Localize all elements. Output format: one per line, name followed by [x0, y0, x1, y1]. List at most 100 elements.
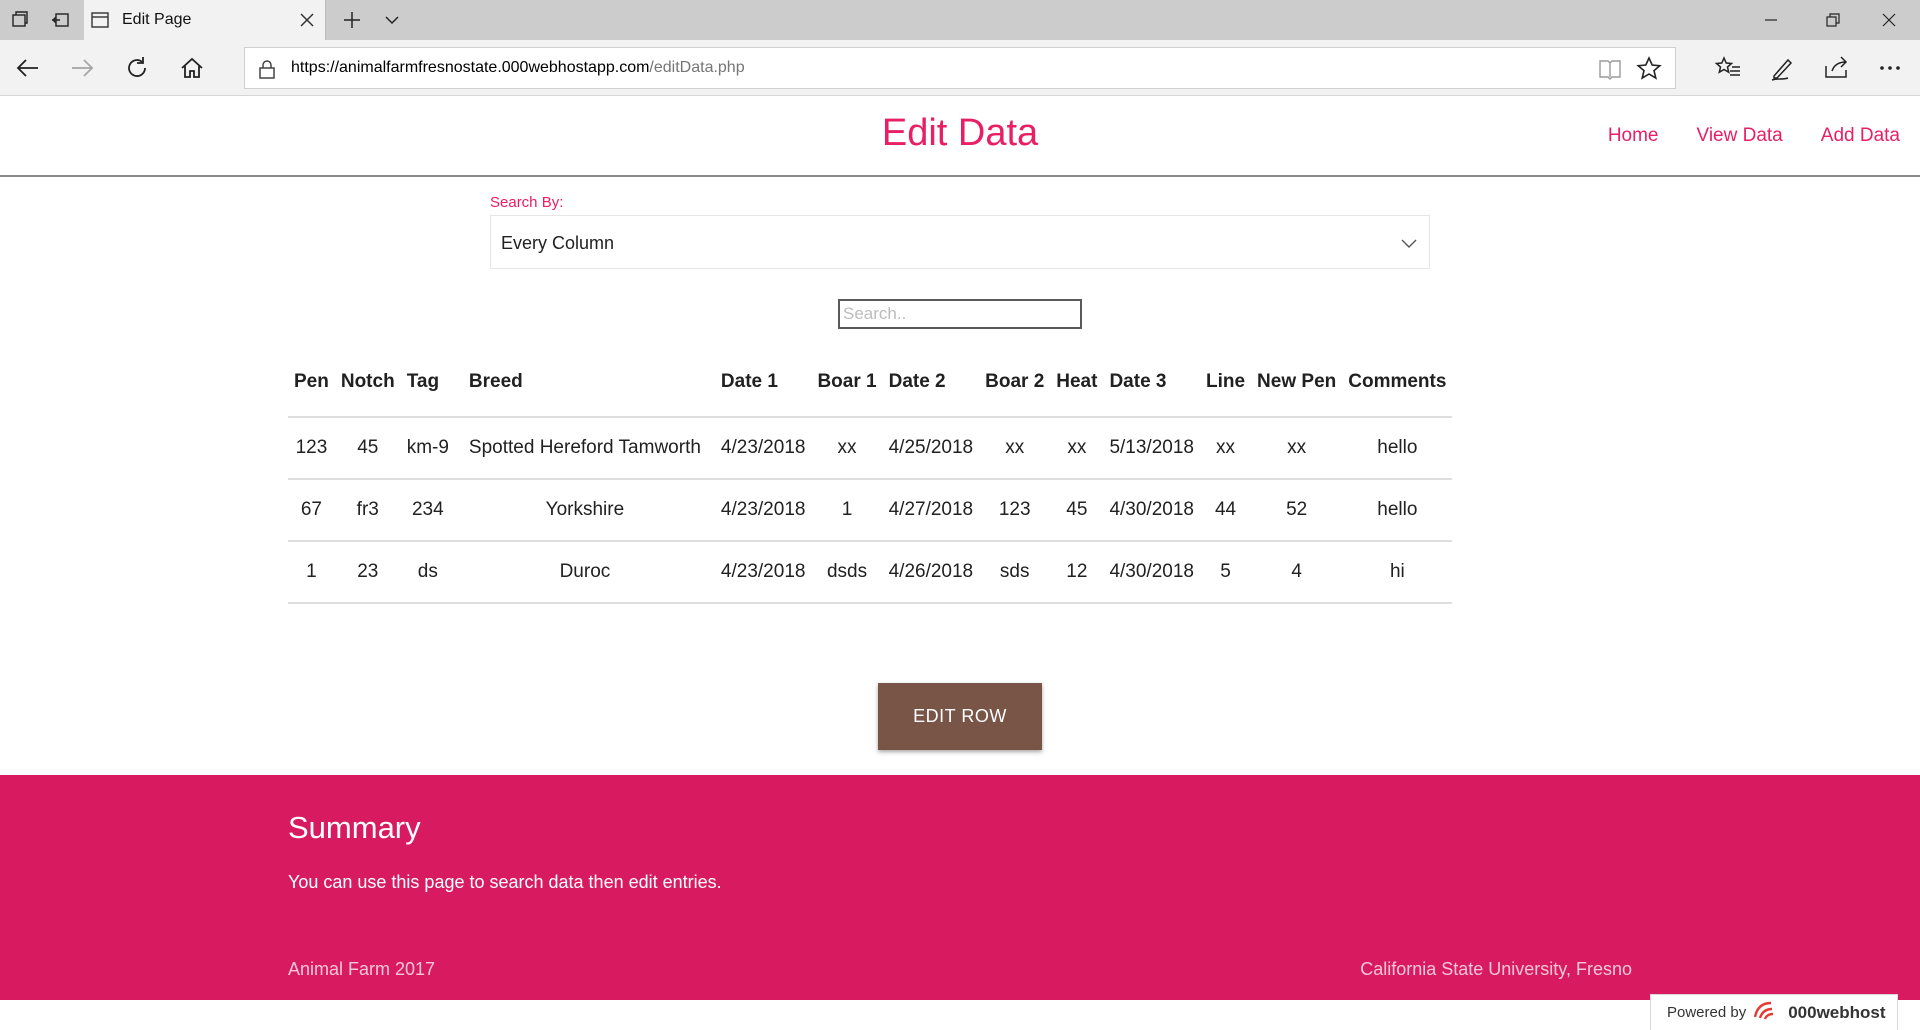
footer-summary-text: You can use this page to search data the…	[288, 872, 722, 892]
tab-title: Edit Page	[122, 11, 192, 28]
column-header[interactable]: Boar 1	[811, 347, 882, 417]
close-tab-icon[interactable]	[295, 8, 319, 32]
table-cell: 44	[1199, 478, 1252, 541]
table-cell: 1	[288, 540, 335, 604]
table-cell: 5/13/2018	[1103, 416, 1200, 479]
table-cell: 1	[811, 478, 883, 541]
table-cell: 4/30/2018	[1103, 540, 1200, 604]
column-header[interactable]: Comments	[1342, 347, 1452, 417]
refresh-icon[interactable]	[119, 50, 155, 86]
table-cell: Duroc	[454, 540, 715, 604]
powered-by-badge[interactable]: Powered by 000webhost	[1650, 994, 1898, 1030]
back-arrow-icon[interactable]	[10, 50, 46, 86]
column-header[interactable]: Breed	[455, 347, 715, 417]
column-header[interactable]: New Pen	[1251, 347, 1342, 417]
reading-view-icon[interactable]	[1597, 56, 1623, 82]
search-by-label: Search By:	[490, 194, 564, 211]
table-cell: 123	[979, 478, 1051, 541]
table-cell: dsds	[811, 540, 883, 604]
web-note-pen-icon[interactable]	[1764, 50, 1800, 86]
table-row[interactable]: 123 45 km-9 Spotted Hereford Tamworth 4/…	[288, 416, 1453, 479]
table-cell: 12	[1050, 540, 1104, 604]
site-nav: Home View Data Add Data	[1608, 125, 1900, 147]
table-cell: 45	[334, 416, 401, 479]
column-header[interactable]: Tag	[401, 347, 455, 417]
url-host: https://animalfarmfresnostate.000webhost…	[291, 59, 650, 76]
column-header[interactable]: Date 3	[1103, 347, 1200, 417]
000webhost-logo-icon	[1752, 999, 1782, 1026]
forward-arrow-icon[interactable]	[64, 50, 100, 86]
new-tab-icon[interactable]	[340, 8, 364, 32]
table-cell: 123	[288, 416, 335, 479]
table-row[interactable]: 1 23 ds Duroc 4/23/2018 dsds 4/26/2018 s…	[288, 540, 1453, 604]
table-cell: xx	[1050, 416, 1104, 479]
page-favicon-icon	[90, 10, 110, 30]
home-icon[interactable]	[174, 50, 210, 86]
table-cell: 5	[1199, 540, 1252, 604]
restore-icon[interactable]	[1802, 0, 1864, 40]
table-cell: 4	[1251, 540, 1343, 604]
footer-copyright: Animal Farm 2017	[288, 959, 436, 979]
table-cell: 67	[288, 478, 335, 541]
column-header[interactable]: Notch	[335, 347, 401, 417]
url-text: https://animalfarmfresnostate.000webhost…	[291, 48, 745, 88]
browser-tab-bar: Edit Page	[0, 0, 1920, 40]
table-cell: 4/23/2018	[714, 478, 812, 541]
table-cell: xx	[1251, 416, 1343, 479]
table-cell: xx	[979, 416, 1051, 479]
web-page: Edit Data Home View Data Add Data Search…	[0, 97, 1920, 1030]
close-window-icon[interactable]	[1858, 0, 1920, 40]
url-path: /editData.php	[649, 59, 745, 76]
table-cell: 4/23/2018	[714, 416, 812, 479]
more-options-icon[interactable]	[1872, 50, 1908, 86]
table-cell: 4/23/2018	[714, 540, 812, 604]
table-cell: hello	[1342, 478, 1453, 541]
nav-link-home[interactable]: Home	[1608, 125, 1659, 147]
address-bar[interactable]: https://animalfarmfresnostate.000webhost…	[244, 47, 1676, 89]
column-header[interactable]: Date 2	[883, 347, 980, 417]
table-cell: xx	[811, 416, 883, 479]
table-cell: 52	[1251, 478, 1343, 541]
tab-preview-chevron-icon[interactable]	[380, 8, 404, 32]
footer-heading: Summary	[288, 810, 421, 845]
edit-row-button[interactable]: EDIT ROW	[878, 683, 1042, 750]
search-input[interactable]	[838, 299, 1082, 329]
site-footer: Summary You can use this page to search …	[0, 775, 1920, 1000]
column-header[interactable]: Date 1	[715, 347, 812, 417]
browser-nav-bar: https://animalfarmfresnostate.000webhost…	[0, 40, 1920, 96]
favorites-hub-icon[interactable]	[1710, 50, 1746, 86]
set-tabs-aside-icon[interactable]	[48, 8, 72, 32]
column-header[interactable]: Line	[1200, 347, 1251, 417]
browser-tab[interactable]: Edit Page	[84, 0, 326, 40]
search-column-select[interactable]: Every Column	[490, 215, 1430, 269]
table-cell: 234	[400, 478, 455, 541]
chevron-down-icon	[1399, 233, 1419, 253]
data-table: Pen Notch Tag Breed Date 1 Boar 1 Date 2…	[288, 347, 1453, 604]
table-cell: 4/27/2018	[882, 478, 980, 541]
lock-icon	[255, 57, 279, 81]
table-cell: xx	[1199, 416, 1252, 479]
table-header-row: Pen Notch Tag Breed Date 1 Boar 1 Date 2…	[288, 347, 1452, 417]
tab-manager-icon[interactable]	[8, 8, 32, 32]
table-cell: 4/26/2018	[882, 540, 980, 604]
selected-option: Every Column	[501, 233, 615, 253]
site-header: Edit Data Home View Data Add Data	[0, 97, 1920, 177]
powered-by-brand: 000webhost	[1788, 1002, 1886, 1022]
table-cell: Spotted Hereford Tamworth	[454, 416, 715, 479]
table-cell: ds	[400, 540, 455, 604]
table-row[interactable]: 67 fr3 234 Yorkshire 4/23/2018 1 4/27/20…	[288, 478, 1453, 541]
footer-university: California State University, Fresno	[1360, 959, 1632, 979]
nav-link-view-data[interactable]: View Data	[1697, 125, 1783, 147]
nav-link-add-data[interactable]: Add Data	[1821, 125, 1900, 147]
share-icon[interactable]	[1818, 50, 1854, 86]
table-cell: 4/30/2018	[1103, 478, 1200, 541]
powered-by-label: Powered by	[1667, 1004, 1747, 1021]
table-cell: km-9	[400, 416, 455, 479]
table-cell: fr3	[334, 478, 401, 541]
column-header[interactable]: Boar 2	[979, 347, 1050, 417]
favorite-star-icon[interactable]	[1635, 55, 1663, 83]
minimize-icon[interactable]	[1740, 0, 1802, 40]
column-header[interactable]: Heat	[1050, 347, 1103, 417]
table-cell: sds	[979, 540, 1051, 604]
column-header[interactable]: Pen	[288, 347, 335, 417]
